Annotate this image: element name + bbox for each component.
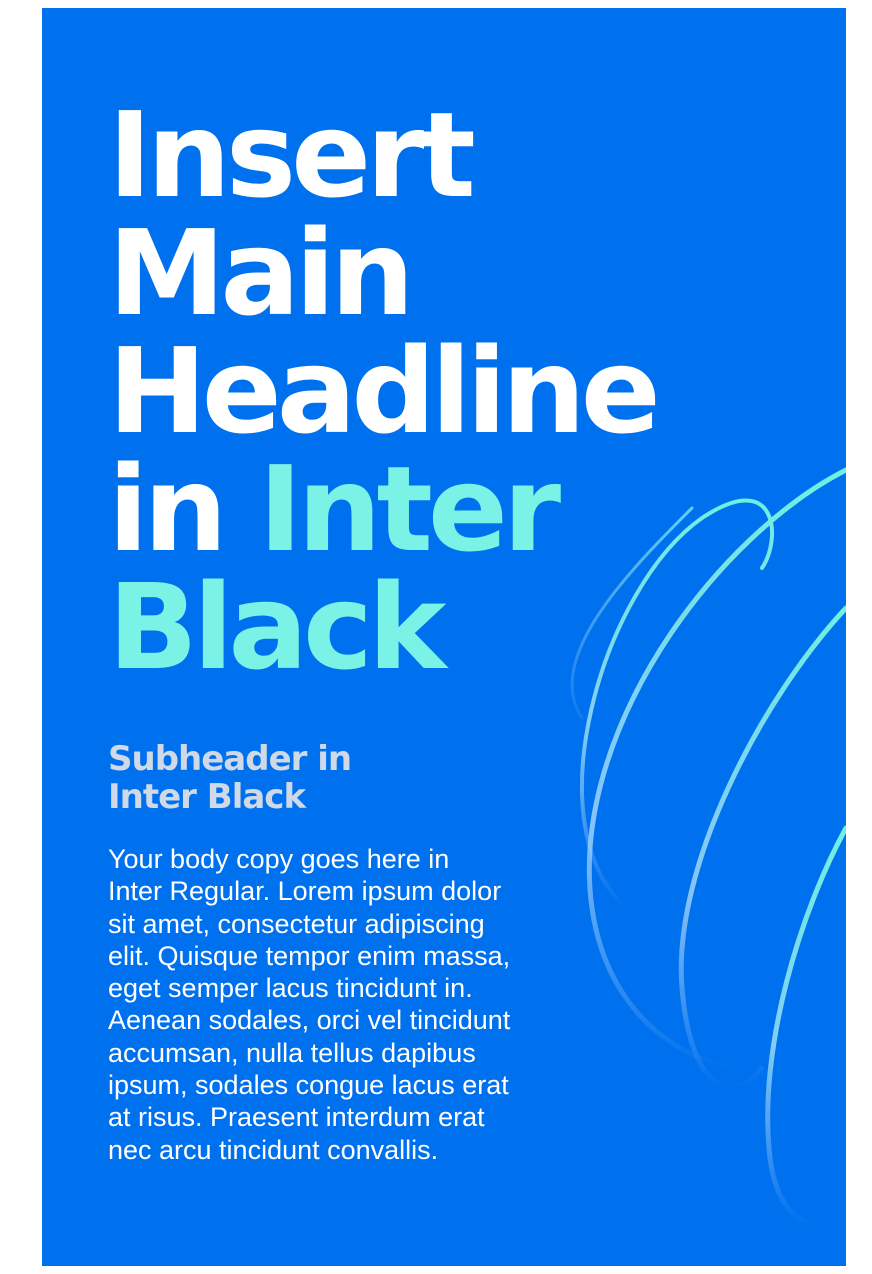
body-line: ipsum, sodales congue lacus erat bbox=[108, 1070, 509, 1101]
swirl-line-3 bbox=[678, 605, 846, 1090]
swirl-line-4 bbox=[765, 825, 846, 1227]
subheader: Subheader in Inter Black bbox=[108, 739, 352, 817]
subheader-line: Inter Black bbox=[108, 777, 306, 817]
headline-line: in Inter bbox=[108, 450, 656, 568]
body-line: Aenean sodales, orci vel tincidunt bbox=[108, 1005, 511, 1036]
body-line: at risus. Praesent interdum erat bbox=[108, 1102, 485, 1133]
headline-accent-line: Black bbox=[108, 558, 446, 696]
body-line: Inter Regular. Lorem ipsum dolor bbox=[108, 876, 502, 907]
poster: Insert Main Headline in Inter Black Subh… bbox=[42, 8, 846, 1266]
body-line: nec arcu tincidunt convallis. bbox=[108, 1134, 439, 1165]
headline-line: Headline bbox=[108, 322, 661, 460]
headline-line: Main bbox=[108, 204, 415, 342]
main-headline: Insert Main Headline in Inter Black bbox=[108, 86, 661, 696]
body-line: sit amet, consectetur adipiscing bbox=[108, 908, 485, 939]
body-line: Your body copy goes here in bbox=[108, 844, 450, 874]
body-line: accumsan, nulla tellus dapibus bbox=[108, 1037, 476, 1068]
subheader-line: Subheader in bbox=[108, 739, 352, 779]
body-line: elit. Quisque tempor enim massa, bbox=[108, 940, 511, 971]
body-copy: Your body copy goes here in Inter Regula… bbox=[108, 843, 510, 1166]
body-line: eget semper lacus tincidunt in. bbox=[108, 973, 473, 1004]
headline-line: Insert bbox=[108, 86, 476, 224]
